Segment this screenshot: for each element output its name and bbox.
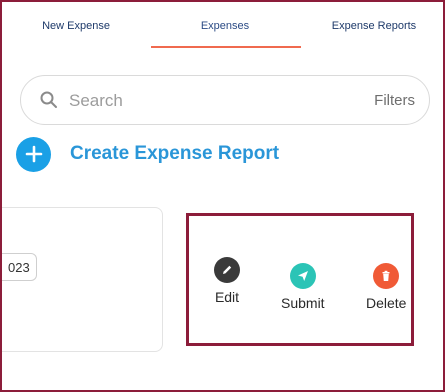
- search-icon: [39, 90, 59, 115]
- search-input[interactable]: Search: [69, 91, 123, 111]
- submit-label: Submit: [281, 295, 325, 311]
- pencil-icon: [214, 257, 240, 283]
- tab-expense-reports[interactable]: Expense Reports: [300, 2, 443, 50]
- delete-label: Delete: [366, 295, 407, 311]
- submit-button[interactable]: Submit: [281, 263, 325, 311]
- delete-button[interactable]: Delete: [366, 263, 406, 311]
- tab-bar: New Expense Expenses Expense Reports: [2, 2, 443, 50]
- trash-icon: [373, 263, 400, 289]
- send-icon: [289, 263, 316, 289]
- active-tab-indicator: [151, 46, 301, 48]
- filters-button[interactable]: Filters: [374, 92, 415, 109]
- tab-expenses[interactable]: Expenses: [150, 2, 300, 50]
- expense-date-badge: 023: [2, 253, 37, 281]
- create-expense-report-label: Create Expense Report: [70, 143, 280, 164]
- create-expense-report-button[interactable]: Create Expense Report: [16, 136, 279, 172]
- search-bar[interactable]: Search Filters: [20, 75, 430, 125]
- tab-new-expense[interactable]: New Expense: [2, 2, 150, 50]
- edit-label: Edit: [214, 289, 240, 305]
- plus-icon: [16, 136, 51, 172]
- edit-button[interactable]: Edit: [214, 257, 240, 305]
- screen-frame: New Expense Expenses Expense Reports Sea…: [0, 0, 445, 392]
